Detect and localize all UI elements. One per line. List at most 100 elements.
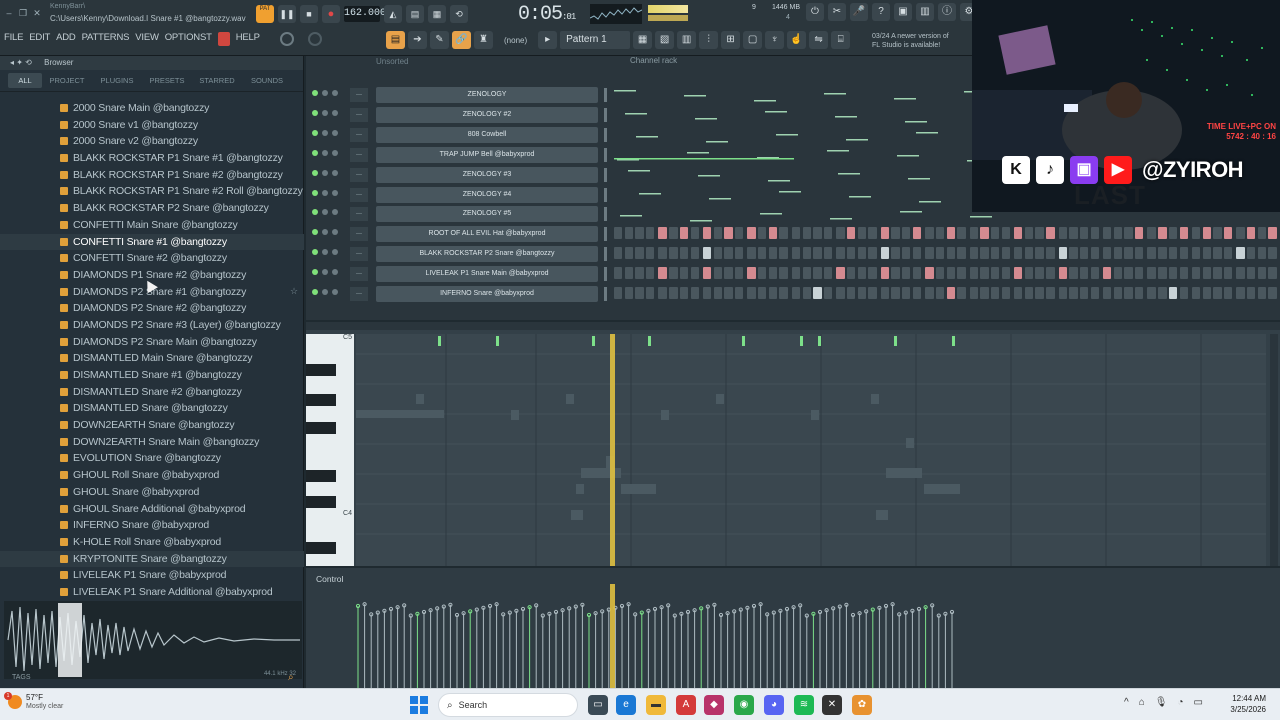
- step-pad[interactable]: [1001, 287, 1011, 299]
- step-pad[interactable]: [724, 267, 733, 280]
- step-pad[interactable]: [969, 227, 979, 240]
- menu-options[interactable]: OPTIONS: [165, 32, 207, 50]
- tempo-display[interactable]: 162.000: [344, 6, 386, 22]
- step-pad[interactable]: [679, 267, 689, 280]
- pitch-knob-icon[interactable]: [307, 32, 322, 46]
- channel-controls[interactable]: [312, 269, 338, 276]
- channel-name-button[interactable]: ZENOLOGY #2: [376, 106, 598, 123]
- step-pad[interactable]: [779, 227, 788, 240]
- step-pad[interactable]: [813, 267, 822, 280]
- mixer-track-box[interactable]: —: [350, 107, 368, 122]
- mixer-track-box[interactable]: —: [350, 247, 368, 262]
- step-pad[interactable]: [1014, 267, 1023, 280]
- step-pad[interactable]: [1168, 287, 1178, 299]
- step-pad[interactable]: [1158, 287, 1167, 299]
- file-item[interactable]: 2000 Snare v1 @bangtozzy: [0, 117, 304, 134]
- step-pad[interactable]: [758, 227, 767, 240]
- channel-select-indicator[interactable]: [604, 247, 607, 262]
- record-menu-icon[interactable]: [217, 32, 230, 46]
- step-pad[interactable]: [1158, 267, 1167, 280]
- step-pad[interactable]: [1213, 267, 1222, 280]
- step-pad[interactable]: [1147, 267, 1156, 280]
- step-pad[interactable]: [868, 227, 877, 240]
- step-pad[interactable]: [980, 267, 989, 280]
- step-pad[interactable]: [935, 287, 945, 299]
- tab-sounds[interactable]: SOUNDS: [242, 76, 292, 85]
- step-pad[interactable]: [912, 227, 922, 240]
- black-key[interactable]: [306, 364, 336, 376]
- step-pad[interactable]: [614, 247, 623, 260]
- step-pad[interactable]: [669, 227, 678, 240]
- channel-controls[interactable]: [312, 129, 338, 136]
- step-pad[interactable]: [1079, 287, 1089, 299]
- menu-tools[interactable]: T: [206, 32, 212, 50]
- step-pad[interactable]: [791, 287, 801, 299]
- step-pad[interactable]: [1257, 267, 1267, 280]
- volume-knob-icon[interactable]: [332, 269, 338, 276]
- file-item[interactable]: DIAMONDS P2 Snare #2 @bangtozzy: [0, 300, 304, 317]
- piano-roll-timeline[interactable]: [306, 322, 1280, 330]
- step-pad[interactable]: [969, 287, 979, 299]
- file-item[interactable]: CONFETTI Snare #2 @bangtozzy: [0, 250, 304, 267]
- step-pad[interactable]: [1247, 247, 1256, 260]
- mute-led-icon[interactable]: [312, 149, 318, 156]
- pan-knob-icon[interactable]: [322, 149, 328, 156]
- channel-name-button[interactable]: INFERNO Snare @babyxprod: [376, 286, 598, 302]
- record-button[interactable]: ●: [322, 5, 340, 23]
- step-pad[interactable]: [614, 287, 623, 299]
- lock-icon[interactable]: ⌸: [831, 31, 851, 49]
- step-pad[interactable]: [946, 287, 955, 299]
- step-pad[interactable]: [857, 227, 867, 240]
- step-pad[interactable]: [1102, 267, 1112, 280]
- step-pad[interactable]: [635, 247, 644, 260]
- step-pad[interactable]: [868, 247, 877, 260]
- step-pad[interactable]: [902, 287, 911, 299]
- mute-led-icon[interactable]: [312, 169, 318, 176]
- step-pad[interactable]: [969, 247, 979, 260]
- star-icon[interactable]: ☆: [290, 286, 298, 297]
- step-pad[interactable]: [1001, 267, 1011, 280]
- file-item[interactable]: BLAKK ROCKSTAR P1 Snare #2 @bangtozzy: [0, 167, 304, 184]
- channel-controls[interactable]: [312, 209, 338, 216]
- step-pad[interactable]: [912, 247, 922, 260]
- step-pad[interactable]: [1001, 247, 1011, 260]
- file-item[interactable]: DISMANTLED Snare #2 @bangtozzy: [0, 384, 304, 401]
- step-pad[interactable]: [658, 267, 667, 280]
- step-pad[interactable]: [957, 247, 966, 260]
- channel-name-button[interactable]: ZENOLOGY #4: [376, 186, 598, 203]
- step-pad[interactable]: [669, 247, 678, 260]
- channel-controls[interactable]: [312, 189, 338, 196]
- countdown-icon[interactable]: ▦: [428, 5, 446, 23]
- battery-icon[interactable]: ▭: [1194, 697, 1203, 708]
- step-pad[interactable]: [925, 267, 934, 280]
- step-pad[interactable]: [1191, 227, 1201, 240]
- step-pad[interactable]: [1223, 247, 1233, 260]
- pause-button[interactable]: ❚❚: [278, 5, 296, 23]
- step-pad[interactable]: [1014, 247, 1023, 260]
- step-pad[interactable]: [846, 267, 856, 280]
- step-pad[interactable]: [702, 227, 712, 240]
- pan-knob-icon[interactable]: [322, 129, 328, 136]
- step-pad[interactable]: [679, 227, 689, 240]
- step-pad[interactable]: [646, 287, 655, 299]
- step-pad[interactable]: [635, 227, 644, 240]
- step-pad[interactable]: [679, 247, 689, 260]
- step-pad[interactable]: [969, 267, 979, 280]
- info-icon[interactable]: ⓘ: [938, 3, 956, 21]
- playlist-icon[interactable]: ▦: [633, 31, 653, 49]
- step-pad[interactable]: [758, 247, 767, 260]
- file-item-selected[interactable]: CONFETTI Snare #1 @bangtozzy: [0, 233, 304, 251]
- volume-knob-icon[interactable]: [332, 289, 338, 295]
- step-pad[interactable]: [713, 227, 722, 240]
- step-pad[interactable]: [690, 287, 699, 299]
- volume-knob-icon[interactable]: [332, 209, 338, 216]
- step-pad[interactable]: [1268, 287, 1277, 299]
- step-pad[interactable]: [1257, 247, 1267, 260]
- file-item[interactable]: DISMANTLED Snare @bangtozzy: [0, 400, 304, 417]
- step-pad[interactable]: [857, 247, 867, 260]
- step-pad[interactable]: [1135, 247, 1144, 260]
- menu-patterns[interactable]: PATTERNS: [82, 32, 130, 50]
- step-pad[interactable]: [1236, 227, 1245, 240]
- step-pad[interactable]: [1113, 287, 1123, 299]
- step-pad[interactable]: [1135, 267, 1144, 280]
